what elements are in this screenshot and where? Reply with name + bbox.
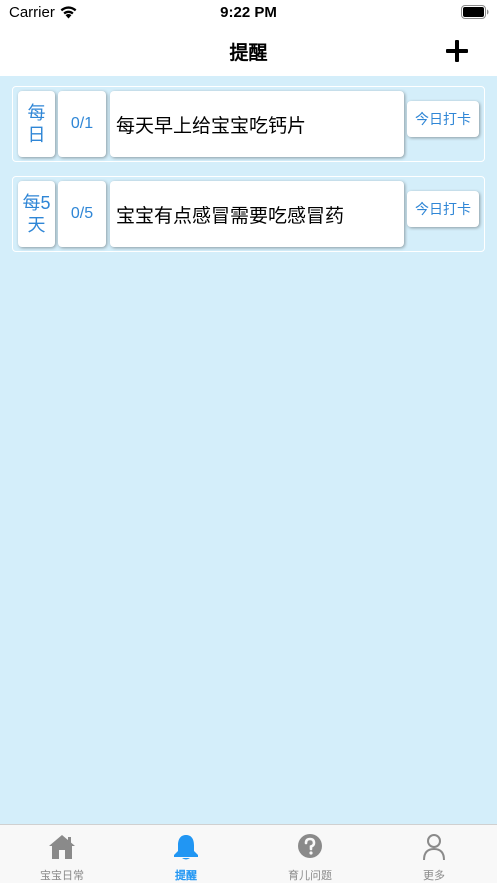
tab-parenting-questions[interactable]: 育儿问题 (248, 825, 372, 883)
question-icon (298, 834, 322, 858)
checkin-button[interactable]: 今日打卡 (407, 191, 479, 227)
reminder-card: 每日 0/1 每天早上给宝宝吃钙片 今日打卡 (12, 86, 485, 162)
tab-label: 宝宝日常 (40, 870, 84, 882)
navigation-bar: 提醒 (0, 26, 497, 76)
frequency-label: 每5天 (18, 181, 55, 247)
checkin-button[interactable]: 今日打卡 (407, 101, 479, 137)
tab-label: 育儿问题 (288, 870, 332, 882)
tab-baby-daily[interactable]: 宝宝日常 (0, 825, 124, 883)
tab-label: 提醒 (175, 870, 197, 882)
reminder-list: 每日 0/1 每天早上给宝宝吃钙片 今日打卡 每5天 0/5 宝宝有点感冒需要吃… (0, 76, 497, 824)
page-title: 提醒 (229, 43, 268, 64)
person-icon (423, 834, 445, 861)
task-text[interactable]: 宝宝有点感冒需要吃感冒药 (110, 181, 404, 247)
bell-icon (174, 835, 198, 860)
task-text[interactable]: 每天早上给宝宝吃钙片 (110, 91, 404, 157)
frequency-label: 每日 (18, 91, 55, 157)
tab-label: 更多 (423, 870, 445, 882)
reminder-card: 每5天 0/5 宝宝有点感冒需要吃感冒药 今日打卡 (12, 176, 485, 252)
tab-bar: 宝宝日常 提醒 育儿问题 更多 (0, 824, 497, 883)
status-bar: Carrier 9:22 PM (0, 0, 497, 26)
house-icon (49, 835, 75, 859)
tab-more[interactable]: 更多 (372, 825, 496, 883)
status-time: 9:22 PM (220, 4, 277, 21)
tab-reminders[interactable]: 提醒 (124, 825, 248, 883)
add-reminder-button[interactable] (444, 38, 472, 66)
battery-icon (461, 5, 489, 19)
progress-count: 0/1 (58, 91, 106, 157)
progress-count: 0/5 (58, 181, 106, 247)
